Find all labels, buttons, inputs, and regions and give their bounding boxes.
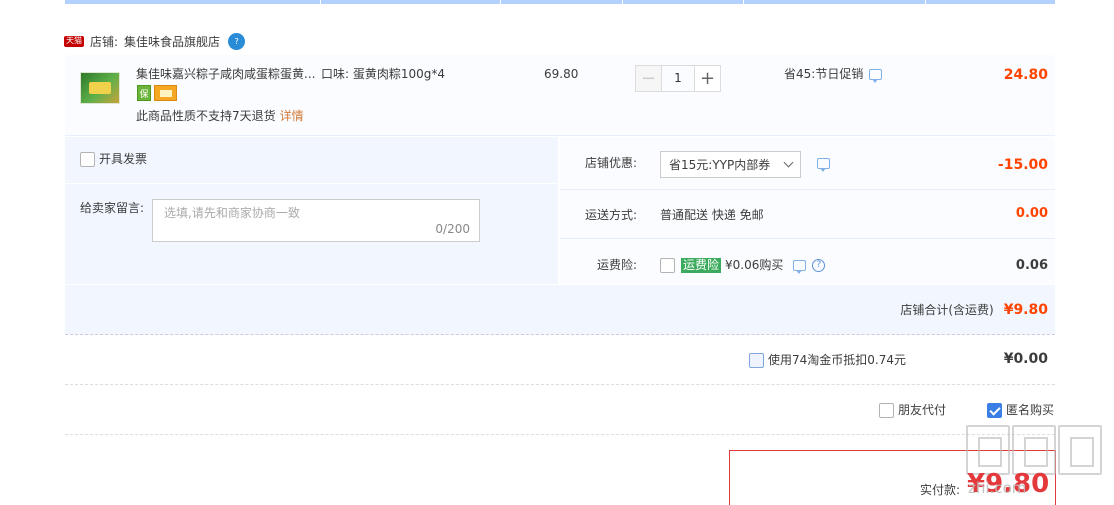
- insurance-badge: 运费险: [681, 257, 722, 273]
- guarantee-icon[interactable]: 保: [137, 85, 151, 101]
- friend-pay-option[interactable]: 朋友代付: [879, 402, 946, 418]
- memo-char-count: 0/200: [435, 222, 470, 236]
- item-subtotal: 24.80: [1003, 67, 1048, 83]
- watermark-text: zhi.com: [968, 479, 1027, 497]
- service-icons: 保: [137, 85, 177, 101]
- shipping-method: 普通配送 快递 免邮: [660, 208, 764, 222]
- insurance-amount: 0.06: [1015, 258, 1048, 273]
- shipping-label: 运送方式:: [585, 208, 638, 222]
- qty-plus-button[interactable]: +: [694, 65, 721, 92]
- unit-price: 69.80: [544, 67, 579, 81]
- tmall-icon: 天猫: [64, 35, 84, 47]
- qty-minus-button[interactable]: −: [635, 65, 662, 92]
- shop-name-link[interactable]: 集佳味食品旗舰店: [124, 33, 220, 50]
- coupon-select[interactable]: 省15元:YYP内部券: [660, 151, 801, 178]
- promo-info: 省45:节日促销: [784, 66, 883, 83]
- anonymous-checkbox[interactable]: [987, 402, 1002, 418]
- coins-label: 使用74淘金币抵扣0.74元: [768, 353, 906, 367]
- quantity-stepper: − 1 +: [635, 65, 721, 92]
- item-sku: 口味: 蛋黄肉粽100g*4: [321, 67, 446, 81]
- product-thumbnail[interactable]: [80, 72, 120, 104]
- coupon-label: 店铺优惠:: [585, 156, 638, 170]
- shop-total-label: 店铺合计(含运费): [900, 303, 994, 317]
- insurance-label: 运费险:: [597, 258, 638, 272]
- insurance-option: 运费险 ¥0.06购买 ?: [660, 257, 826, 274]
- coupon-amount: -15.00: [997, 157, 1048, 173]
- help-icon[interactable]: ?: [812, 258, 826, 272]
- coins-amount: ¥0.00: [1003, 351, 1048, 367]
- credit-card-icon[interactable]: [154, 85, 177, 101]
- memo-label: 给卖家留言:: [80, 201, 145, 215]
- coins-option[interactable]: 使用74淘金币抵扣0.74元: [749, 352, 906, 368]
- shop-total: 店铺合计(含运费) ¥9.80: [900, 302, 1048, 318]
- invoice-label: 开具发票: [99, 152, 148, 166]
- chevron-down-icon: [783, 157, 794, 168]
- promo-text: 省45:节日促销: [784, 67, 864, 81]
- chat-bubble-icon[interactable]: ?: [228, 32, 246, 50]
- watermark-logo: [966, 425, 1102, 475]
- invoice-option[interactable]: 开具发票: [80, 151, 147, 167]
- product-box-icon: [89, 82, 111, 94]
- insurance-message-icon[interactable]: [793, 259, 807, 274]
- shop-line: 天猫 店铺: 集佳味食品旗舰店 ?: [64, 31, 246, 51]
- details-link[interactable]: 详情: [280, 109, 304, 123]
- insurance-checkbox[interactable]: [660, 257, 675, 273]
- no-return-note: 此商品性质不支持7天退货 详情: [136, 108, 304, 124]
- payment-label: 实付款:: [920, 483, 961, 497]
- coupon-selected: 省15元:YYP内部券: [669, 157, 771, 172]
- divider: [65, 384, 1055, 385]
- shop-total-amount: ¥9.80: [1003, 302, 1048, 318]
- divider: [65, 434, 1055, 435]
- shop-label: 店铺:: [90, 34, 119, 49]
- item-title-link[interactable]: 集佳味嘉兴粽子咸肉咸蛋粽蛋黄...: [136, 66, 316, 82]
- anonymous-option[interactable]: 匿名购买: [987, 402, 1054, 418]
- memo-textarea[interactable]: 选填,请先和商家协商一致 0/200: [152, 199, 480, 242]
- invoice-checkbox[interactable]: [80, 151, 95, 167]
- friend-pay-checkbox[interactable]: [879, 402, 894, 418]
- memo-placeholder: 选填,请先和商家协商一致: [164, 206, 300, 220]
- table-header-bar: [65, 0, 1055, 4]
- message-icon[interactable]: [869, 68, 883, 83]
- coupon-message-icon[interactable]: [817, 158, 830, 172]
- no-return-text: 此商品性质不支持7天退货: [136, 109, 276, 123]
- coins-checkbox[interactable]: [749, 352, 764, 368]
- anonymous-label: 匿名购买: [1006, 403, 1055, 417]
- friend-pay-label: 朋友代付: [898, 403, 947, 417]
- insurance-price: ¥0.06购买: [725, 258, 784, 272]
- shipping-amount: 0.00: [1015, 206, 1048, 221]
- qty-input[interactable]: 1: [662, 65, 694, 92]
